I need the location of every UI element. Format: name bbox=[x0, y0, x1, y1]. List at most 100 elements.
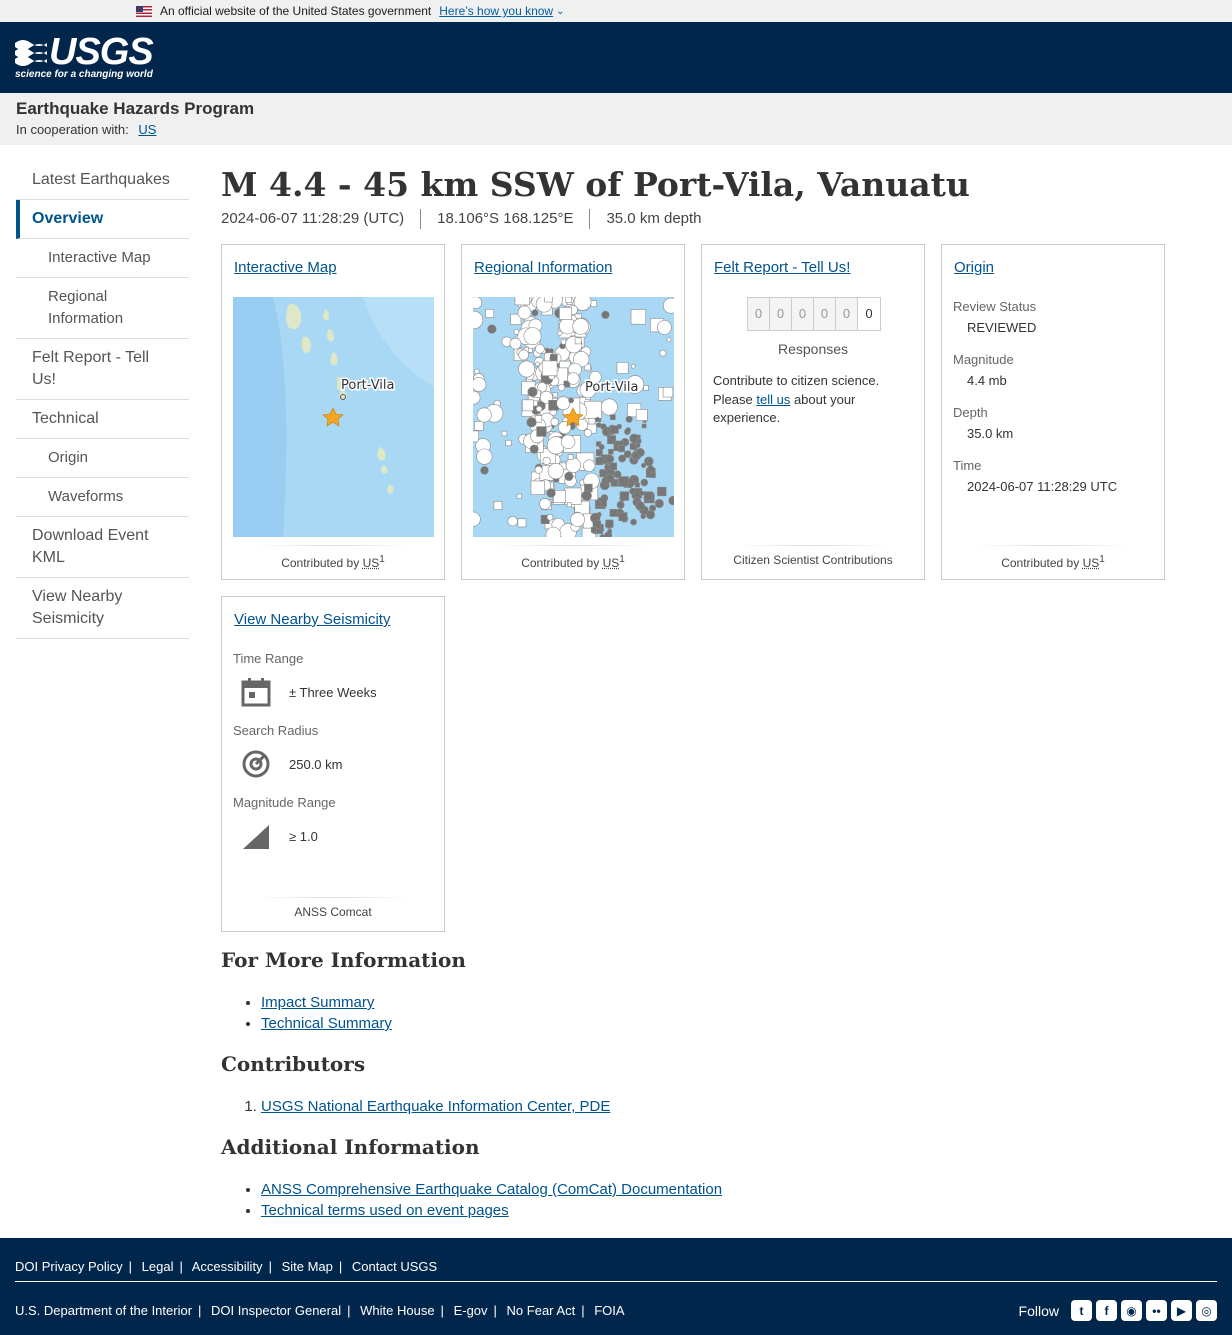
footer-inspector-general-link[interactable]: DOI Inspector General bbox=[211, 1303, 341, 1318]
seismicity-foot: ANSS Comcat bbox=[222, 897, 444, 931]
seismicity-marker bbox=[536, 426, 547, 437]
chevron-down-icon[interactable]: ⌄ bbox=[556, 6, 566, 17]
heres-how-you-know-link[interactable]: Here’s how you know bbox=[439, 4, 553, 18]
seismicity-marker bbox=[635, 442, 641, 448]
felt-description: Contribute to citizen science. Please te… bbox=[713, 373, 880, 425]
nav-interactive-map[interactable]: Interactive Map bbox=[16, 239, 189, 278]
facebook-icon[interactable]: f bbox=[1096, 1300, 1117, 1321]
seismicity-marker bbox=[646, 457, 653, 464]
seismicity-marker bbox=[505, 439, 512, 447]
seismicity-marker bbox=[522, 399, 534, 412]
seismicity-marker bbox=[662, 387, 674, 398]
nav-regional-information[interactable]: Regional Information bbox=[16, 278, 189, 339]
seismicity-marker bbox=[516, 493, 522, 499]
origin-link[interactable]: Origin bbox=[954, 259, 994, 276]
nav-origin[interactable]: Origin bbox=[16, 439, 189, 478]
footer-foia-link[interactable]: FOIA bbox=[594, 1303, 624, 1318]
instagram-icon[interactable]: ◎ bbox=[1196, 1300, 1217, 1321]
contributors-list: USGS National Earthquake Information Cen… bbox=[261, 1096, 1121, 1117]
card-interactive-map[interactable]: Interactive Map Port-Vila Contributed by… bbox=[221, 244, 445, 580]
technical-terms-link[interactable]: Technical terms used on event pages bbox=[261, 1202, 509, 1219]
card-nearby-seismicity[interactable]: View Nearby Seismicity Time Range ± Thre… bbox=[221, 596, 445, 932]
footer-white-house-link[interactable]: White House bbox=[360, 1303, 434, 1318]
footer-no-fear-act-link[interactable]: No Fear Act bbox=[507, 1303, 576, 1318]
footer-legal-link[interactable]: Legal bbox=[142, 1259, 174, 1274]
seismicity-marker bbox=[654, 498, 664, 509]
nav-download-kml[interactable]: Download Event KML bbox=[16, 517, 189, 578]
usgs-logo[interactable]: USGS science for a changing world bbox=[15, 30, 154, 80]
seismicity-marker bbox=[631, 451, 640, 460]
origin-details: Review Status REVIEWED Magnitude 4.4 mb … bbox=[953, 299, 1118, 494]
radius-target-icon bbox=[242, 750, 270, 778]
nav-felt-report[interactable]: Felt Report - Tell Us! bbox=[16, 339, 189, 400]
seismicity-marker bbox=[535, 343, 545, 354]
seismicity-marker bbox=[618, 512, 628, 522]
seismicity-marker bbox=[535, 405, 543, 413]
card-origin[interactable]: Origin Review Status REVIEWED Magnitude … bbox=[941, 244, 1165, 580]
social-follow: Follow t f ◉ •• ▶ ◎ bbox=[1019, 1300, 1217, 1321]
calendar-icon bbox=[241, 678, 271, 707]
neic-contributor-link[interactable]: USGS National Earthquake Information Cen… bbox=[261, 1098, 610, 1115]
footer-egov-link[interactable]: E-gov bbox=[454, 1303, 488, 1318]
seismicity-marker bbox=[610, 425, 619, 434]
seismicity-marker bbox=[567, 454, 574, 460]
coop-label: In cooperation with: bbox=[16, 122, 129, 137]
seismicity-marker bbox=[539, 498, 551, 510]
seismicity-marker bbox=[474, 421, 484, 431]
contributors-heading: Contributors bbox=[221, 1052, 366, 1076]
program-title[interactable]: Earthquake Hazards Program bbox=[16, 99, 1216, 119]
felt-report-link[interactable]: Felt Report - Tell Us! bbox=[714, 259, 850, 276]
footer-privacy-link[interactable]: DOI Privacy Policy bbox=[15, 1259, 123, 1274]
comcat-docs-link[interactable]: ANSS Comprehensive Earthquake Catalog (C… bbox=[261, 1181, 722, 1198]
footer-accessibility-link[interactable]: Accessibility bbox=[192, 1259, 263, 1274]
coop-network-link[interactable]: US bbox=[138, 122, 156, 137]
nav-overview[interactable]: Overview bbox=[16, 200, 189, 239]
nearby-seismicity-link[interactable]: View Nearby Seismicity bbox=[234, 611, 390, 628]
usgs-logo-text: USGS bbox=[49, 30, 154, 73]
seismicity-marker bbox=[640, 513, 646, 520]
seismicity-marker bbox=[531, 309, 539, 317]
seismicity-marker bbox=[557, 383, 566, 392]
seismicity-marker bbox=[560, 434, 576, 449]
card-regional-information[interactable]: Regional Information Port-Vila Contribut… bbox=[461, 244, 685, 580]
regional-map-thumbnail[interactable]: Port-Vila bbox=[473, 297, 674, 537]
seismicity-marker bbox=[493, 501, 503, 510]
seismicity-marker bbox=[645, 510, 655, 520]
nav-technical[interactable]: Technical bbox=[16, 400, 189, 439]
nav-waveforms[interactable]: Waveforms bbox=[16, 478, 189, 517]
flickr-icon[interactable]: •• bbox=[1146, 1300, 1167, 1321]
seismicity-marker bbox=[566, 502, 572, 508]
seismicity-marker bbox=[643, 491, 653, 501]
seismicity-marker bbox=[487, 324, 497, 334]
github-icon[interactable]: ◉ bbox=[1121, 1300, 1142, 1321]
tell-us-link[interactable]: tell us bbox=[756, 392, 790, 407]
time-range-value: ± Three Weeks bbox=[289, 684, 377, 700]
footer-doi-link[interactable]: U.S. Department of the Interior bbox=[15, 1303, 192, 1318]
footer-sitemap-link[interactable]: Site Map bbox=[282, 1259, 333, 1274]
seismicity-marker bbox=[473, 430, 479, 443]
seismicity-marker bbox=[559, 306, 572, 320]
interactive-map-link[interactable]: Interactive Map bbox=[234, 259, 337, 276]
footer-contact-link[interactable]: Contact USGS bbox=[352, 1259, 437, 1274]
twitter-icon[interactable]: t bbox=[1071, 1300, 1092, 1321]
youtube-icon[interactable]: ▶ bbox=[1171, 1300, 1192, 1321]
seismicity-marker bbox=[629, 443, 637, 450]
seismicity-marker bbox=[616, 362, 629, 374]
technical-summary-link[interactable]: Technical Summary bbox=[261, 1015, 392, 1032]
event-depth: 35.0 km depth bbox=[589, 209, 717, 229]
interactive-map-thumbnail[interactable]: Port-Vila bbox=[233, 297, 434, 537]
seismicity-marker bbox=[568, 397, 574, 404]
seismicity-marker bbox=[636, 438, 642, 444]
seismicity-marker bbox=[476, 407, 492, 423]
impact-summary-link[interactable]: Impact Summary bbox=[261, 994, 374, 1011]
regional-information-link[interactable]: Regional Information bbox=[474, 259, 612, 276]
seismicity-marker bbox=[650, 472, 656, 478]
seismicity-marker bbox=[657, 486, 667, 497]
seismicity-marker bbox=[572, 318, 589, 335]
nav-nearby-seismicity[interactable]: View Nearby Seismicity bbox=[16, 578, 189, 639]
nav-latest-earthquakes[interactable]: Latest Earthquakes bbox=[16, 161, 189, 200]
seismicity-marker bbox=[541, 360, 558, 377]
card-felt-report[interactable]: Felt Report - Tell Us! 0 0 0 0 0 0 Respo… bbox=[701, 244, 925, 580]
seismicity-marker bbox=[609, 509, 618, 517]
seismicity-marker bbox=[544, 297, 553, 303]
